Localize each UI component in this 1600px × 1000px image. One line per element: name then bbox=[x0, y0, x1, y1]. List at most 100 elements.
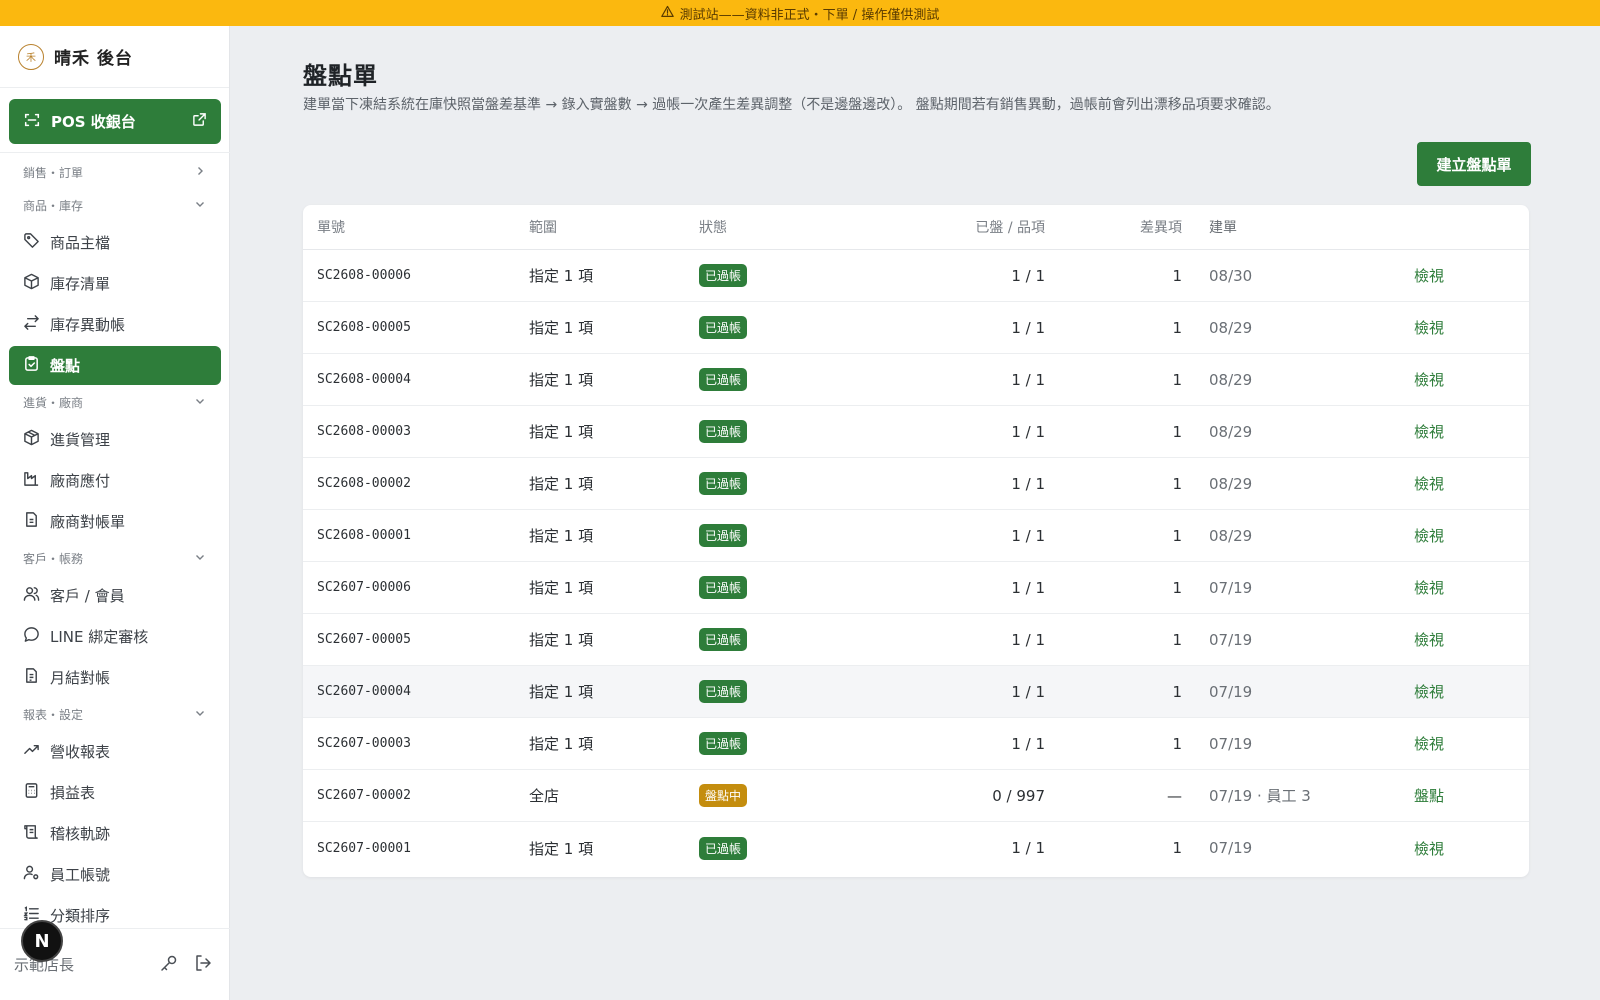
row-action-link[interactable]: 檢視 bbox=[1414, 681, 1474, 702]
pos-register-label: POS 收銀台 bbox=[51, 113, 136, 131]
sidebar-item-vendor-payables[interactable]: 廠商應付 bbox=[9, 460, 221, 501]
stocktake-id: SC2608-00004 bbox=[317, 372, 411, 387]
table-row[interactable]: SC2607-00005 指定 1 項 已過帳 1 / 1 1 07/19 檢視 bbox=[303, 614, 1529, 666]
sidebar-item-audit-trail[interactable]: 稽核軌跡 bbox=[9, 813, 221, 854]
sidebar-item-stock-ledger[interactable]: 庫存異動帳 bbox=[9, 304, 221, 345]
row-action-link[interactable]: 檢視 bbox=[1414, 473, 1474, 494]
column-header-scope[interactable]: 範圍 bbox=[529, 217, 699, 237]
status-cell: 已過帳 bbox=[699, 836, 879, 860]
status-cell: 已過帳 bbox=[699, 420, 879, 443]
scroll-icon bbox=[23, 823, 40, 844]
status-badge: 已過帳 bbox=[699, 420, 748, 443]
brand-name: 晴禾 後台 bbox=[54, 49, 133, 69]
sidebar-item-profit-loss[interactable]: 損益表 bbox=[9, 772, 221, 813]
warning-icon bbox=[660, 5, 674, 22]
sidebar-item-label: 稽核軌跡 bbox=[50, 825, 111, 843]
chevron-down-icon bbox=[194, 198, 206, 213]
created-info: 07/19 bbox=[1209, 682, 1253, 701]
row-action-link[interactable]: 盤點 bbox=[1414, 785, 1474, 806]
row-action-link[interactable]: 檢視 bbox=[1414, 369, 1474, 390]
create-stocktake-button[interactable]: 建立盤點單 bbox=[1417, 142, 1531, 186]
page-title: 盤點單 bbox=[303, 62, 378, 90]
status-cell: 已過帳 bbox=[699, 472, 879, 495]
sidebar-item-customers[interactable]: 客戶 / 會員 bbox=[9, 575, 221, 616]
column-header-id[interactable]: 單號 bbox=[303, 217, 529, 237]
difference-count: 1 bbox=[1172, 318, 1182, 337]
table-row[interactable]: SC2607-00004 指定 1 項 已過帳 1 / 1 1 07/19 檢視 bbox=[303, 666, 1529, 718]
sidebar-item-products[interactable]: 商品主檔 bbox=[9, 222, 221, 263]
difference-count: 1 bbox=[1172, 370, 1182, 389]
tag-icon bbox=[23, 232, 40, 253]
row-action-link[interactable]: 檢視 bbox=[1414, 421, 1474, 442]
user-key-icon bbox=[23, 864, 40, 885]
sidebar-item-vendor-statements[interactable]: 廠商對帳單 bbox=[9, 501, 221, 542]
table-row[interactable]: SC2608-00004 指定 1 項 已過帳 1 / 1 1 08/29 檢視 bbox=[303, 354, 1529, 406]
table-row[interactable]: SC2608-00002 指定 1 項 已過帳 1 / 1 1 08/29 檢視 bbox=[303, 458, 1529, 510]
difference-count: 1 bbox=[1172, 526, 1182, 545]
sidebar-item-purchases[interactable]: 進貨管理 bbox=[9, 419, 221, 460]
dev-tools-badge[interactable]: N bbox=[21, 920, 63, 962]
brand[interactable]: 禾 晴禾 後台 bbox=[0, 26, 229, 88]
stocktake-scope: 指定 1 項 bbox=[529, 631, 594, 649]
trending-up-icon bbox=[23, 741, 40, 762]
nav-group-sales[interactable]: 銷售・訂單 bbox=[0, 156, 230, 189]
sidebar-item-inventory[interactable]: 庫存清單 bbox=[9, 263, 221, 304]
difference-count: 1 bbox=[1172, 734, 1182, 753]
row-action-link[interactable]: 檢視 bbox=[1414, 629, 1474, 650]
created-info: 07/19 bbox=[1209, 578, 1253, 597]
table-row[interactable]: SC2608-00006 指定 1 項 已過帳 1 / 1 1 08/30 檢視 bbox=[303, 250, 1529, 302]
row-action-link[interactable]: 檢視 bbox=[1414, 577, 1474, 598]
column-header-count[interactable]: 已盤 / 品項 bbox=[879, 217, 1045, 237]
row-action-link[interactable]: 檢視 bbox=[1414, 733, 1474, 754]
column-header-created[interactable]: 建單 bbox=[1182, 217, 1414, 237]
chat-bubble-icon bbox=[23, 626, 40, 647]
status-badge: 已過帳 bbox=[699, 680, 748, 703]
table-row[interactable]: SC2608-00005 指定 1 項 已過帳 1 / 1 1 08/29 檢視 bbox=[303, 302, 1529, 354]
nav-group-reports[interactable]: 報表・設定 bbox=[0, 698, 230, 731]
sidebar-item-monthly-statements[interactable]: 月結對帳 bbox=[9, 657, 221, 698]
table-row[interactable]: SC2608-00001 指定 1 項 已過帳 1 / 1 1 08/29 檢視 bbox=[303, 510, 1529, 562]
sidebar-item-staff-accounts[interactable]: 員工帳號 bbox=[9, 854, 221, 895]
column-header-status[interactable]: 狀態 bbox=[699, 217, 879, 237]
table-row[interactable]: SC2607-00002 全店 盤點中 0 / 997 — 07/19 · 員工 3 盤點 bbox=[303, 770, 1529, 822]
nav-group-purchasing[interactable]: 進貨・廠商 bbox=[0, 386, 230, 419]
clipboard-check-icon bbox=[23, 355, 40, 376]
difference-count: 1 bbox=[1172, 422, 1182, 441]
table-row[interactable]: SC2607-00006 指定 1 項 已過帳 1 / 1 1 07/19 檢視 bbox=[303, 562, 1529, 614]
created-info: 08/29 bbox=[1209, 370, 1253, 389]
row-action-link[interactable]: 檢視 bbox=[1414, 525, 1474, 546]
nav-group-products[interactable]: 商品・庫存 bbox=[0, 189, 230, 222]
chevron-down-icon bbox=[194, 707, 206, 722]
sidebar-item-line-binding[interactable]: LINE 綁定審核 bbox=[9, 616, 221, 657]
row-action-link[interactable]: 檢視 bbox=[1414, 265, 1474, 286]
table-row[interactable]: SC2607-00003 指定 1 項 已過帳 1 / 1 1 07/19 檢視 bbox=[303, 718, 1529, 770]
stocktake-id: SC2608-00005 bbox=[317, 320, 411, 335]
sidebar-item-label: 月結對帳 bbox=[50, 669, 111, 687]
nav-group-customers[interactable]: 客戶・帳務 bbox=[0, 542, 230, 575]
stocktake-id: SC2607-00006 bbox=[317, 580, 411, 595]
counted-items: 1 / 1 bbox=[1011, 630, 1045, 649]
table-row[interactable]: SC2608-00003 指定 1 項 已過帳 1 / 1 1 08/29 檢視 bbox=[303, 406, 1529, 458]
difference-count: 1 bbox=[1172, 682, 1182, 701]
column-header-diff[interactable]: 差異項 bbox=[1045, 217, 1182, 237]
sidebar-item-stocktake[interactable]: 盤點 bbox=[9, 346, 221, 385]
pos-register-button[interactable]: POS 收銀台 bbox=[9, 99, 221, 144]
table-row[interactable]: SC2607-00001 指定 1 項 已過帳 1 / 1 1 07/19 檢視 bbox=[303, 822, 1529, 874]
chevron-down-icon bbox=[194, 551, 206, 566]
sidebar-item-label: 員工帳號 bbox=[50, 866, 111, 884]
status-cell: 已過帳 bbox=[699, 264, 879, 287]
nav-group-label: 報表・設定 bbox=[23, 708, 84, 722]
stocktake-id: SC2608-00001 bbox=[317, 528, 411, 543]
status-cell: 已過帳 bbox=[699, 368, 879, 391]
key-icon[interactable] bbox=[160, 954, 178, 976]
status-badge: 已過帳 bbox=[699, 472, 748, 495]
difference-count: — bbox=[1167, 786, 1182, 805]
stocktake-id: SC2607-00005 bbox=[317, 632, 411, 647]
stocktake-id: SC2607-00002 bbox=[317, 788, 411, 803]
logout-icon[interactable] bbox=[194, 954, 212, 976]
sidebar-item-revenue-report[interactable]: 營收報表 bbox=[9, 731, 221, 772]
sidebar-item-label: LINE 綁定審核 bbox=[50, 628, 149, 646]
counted-items: 1 / 1 bbox=[1011, 266, 1045, 285]
row-action-link[interactable]: 檢視 bbox=[1414, 838, 1474, 859]
row-action-link[interactable]: 檢視 bbox=[1414, 317, 1474, 338]
